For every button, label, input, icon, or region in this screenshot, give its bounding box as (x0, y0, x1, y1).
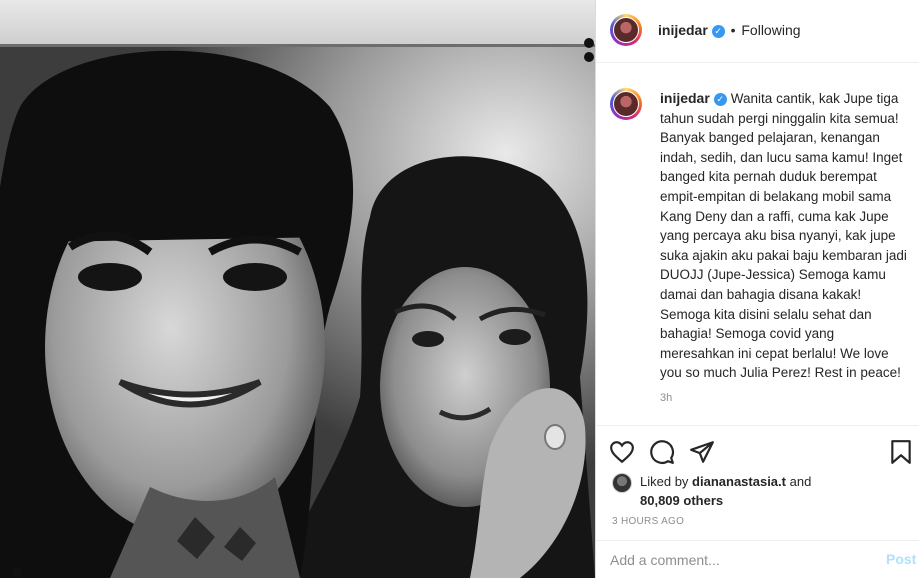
caption-text: Wanita cantik, kak Jupe tiga tahun sudah… (660, 91, 907, 381)
share-icon[interactable] (689, 439, 715, 465)
following-button[interactable]: Following (741, 22, 800, 38)
likes-summary: Liked by diananastasia.t and 80,809 othe… (640, 472, 880, 510)
liker-avatar[interactable] (612, 473, 632, 493)
likes-and: and (789, 474, 812, 489)
author-username[interactable]: inijedar (658, 22, 708, 38)
photo-corner-dot (584, 38, 594, 48)
action-bar (596, 425, 919, 476)
post-comment-button[interactable]: Post (886, 551, 916, 567)
comment-box: Post (596, 540, 919, 579)
post-header: inijedar ✓ • Following (596, 0, 919, 63)
caption-timestamp[interactable]: 3h (660, 392, 672, 404)
photo-corner-dot (584, 52, 594, 62)
separator-dot: • (730, 22, 736, 38)
likes-row: Liked by diananastasia.t and 80,809 othe… (596, 470, 919, 510)
heart-icon[interactable] (609, 439, 635, 465)
comment-icon[interactable] (649, 439, 675, 465)
liked-by-label: Liked by (640, 474, 689, 489)
post-photo[interactable] (0, 0, 595, 578)
verified-badge-icon: ✓ (713, 92, 727, 106)
likes-count-link[interactable]: 80,809 others (640, 493, 723, 508)
photo-top-strip (0, 0, 595, 47)
comment-input[interactable] (610, 549, 860, 571)
author-avatar[interactable] (610, 14, 642, 46)
verified-badge-icon: ✓ (711, 24, 725, 38)
post-timestamp[interactable]: 3 HOURS AGO (612, 516, 684, 527)
liker-username[interactable]: diananastasia.t (692, 474, 786, 489)
caption-author-avatar[interactable] (610, 88, 642, 120)
bookmark-icon[interactable] (888, 439, 914, 465)
photo-corner-dot (12, 568, 22, 578)
post-image (0, 47, 595, 578)
post-details-panel: inijedar ✓ • Following inijedar ✓ Wanita c… (595, 0, 919, 578)
header-user-line: inijedar ✓ • Following (658, 22, 801, 38)
post-caption: inijedar ✓ Wanita cantik, kak Jupe tiga ta… (660, 89, 910, 383)
caption-username[interactable]: inijedar (660, 90, 710, 106)
